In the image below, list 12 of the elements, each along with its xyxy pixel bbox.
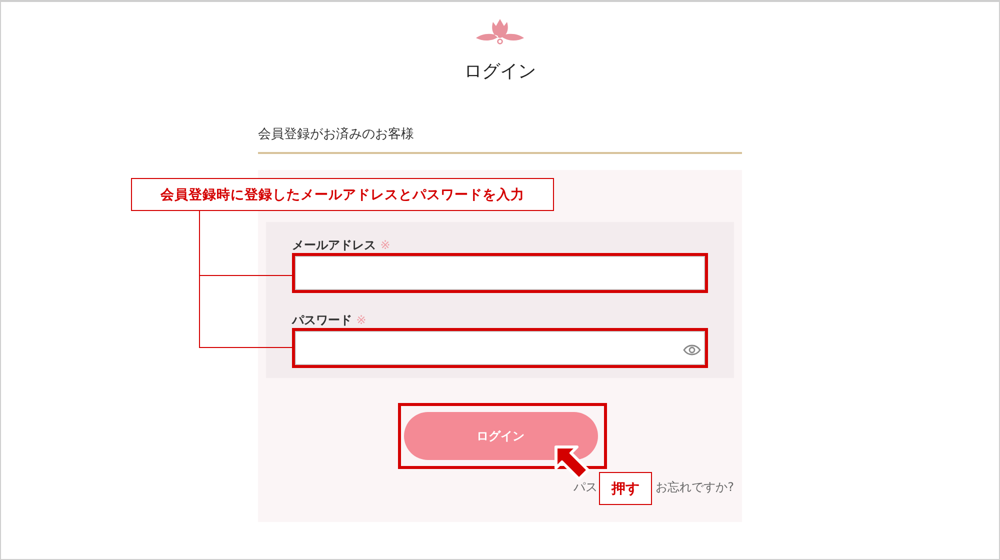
callout-label: 会員登録時に登録したメールアドレスとパスワードを入力 — [131, 178, 554, 211]
input-field[interactable] — [292, 328, 708, 368]
eye-icon[interactable] — [683, 344, 701, 356]
flower-icon — [475, 18, 525, 46]
page-title: ログイン — [463, 60, 537, 84]
input-field[interactable] — [292, 253, 708, 293]
field-label: パスワード ※ — [292, 313, 368, 328]
section-heading: 会員登録がお済みのお客様 — [258, 125, 742, 154]
press-label: 押す — [599, 472, 652, 505]
field-label: メールアドレス ※ — [292, 238, 392, 253]
forgot-link[interactable]: お忘れですか? — [656, 479, 734, 495]
forgot-link[interactable]: パス — [574, 479, 598, 495]
